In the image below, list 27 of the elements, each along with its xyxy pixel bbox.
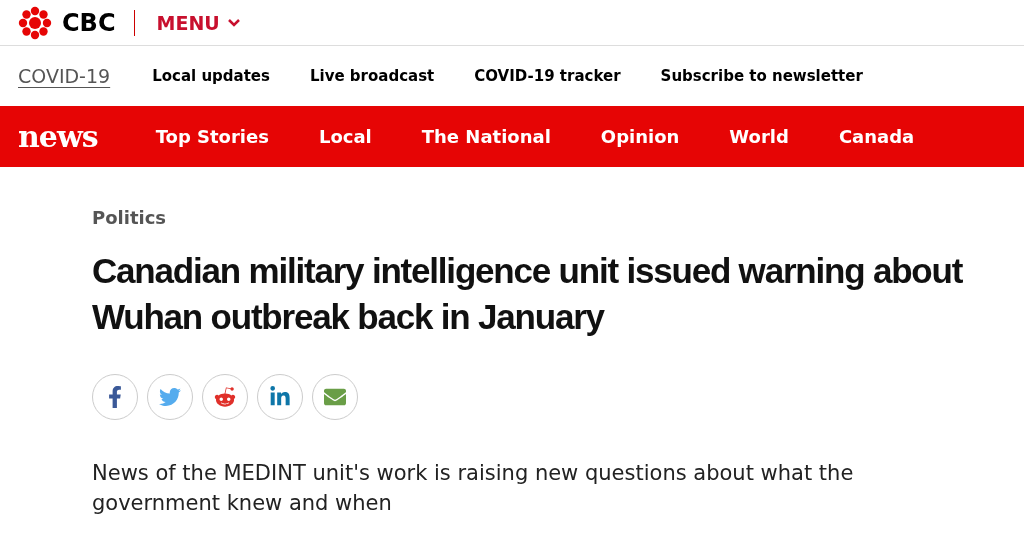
- gem-logo-icon: [18, 5, 52, 40]
- covid-nav-link[interactable]: Live broadcast: [309, 67, 435, 85]
- headline: Canadian military intelligence unit issued warning about Wuhan outbreak back in January: [92, 250, 964, 338]
- covid-link[interactable]: COVID-19: [18, 65, 111, 87]
- linkedin-icon: [269, 386, 291, 408]
- bird-icon: [159, 386, 181, 408]
- envelope-icon: [324, 386, 346, 408]
- news-nav-link[interactable]: The National: [421, 126, 551, 147]
- share-button[interactable]: [202, 374, 248, 420]
- article-summary: News of the MEDINT unit's work is raising new questions about what the government knew and when: [92, 460, 855, 517]
- brand-name[interactable]: CBC: [62, 9, 135, 36]
- share-button[interactable]: [257, 374, 303, 420]
- news-logo[interactable]: news: [18, 119, 98, 154]
- menu-button[interactable]: MENU: [156, 11, 240, 34]
- covid-nav-link[interactable]: Subscribe to newsletter: [660, 67, 863, 85]
- covid-nav-link[interactable]: COVID-19 tracker: [474, 67, 621, 85]
- news-nav-link[interactable]: Canada: [838, 126, 915, 147]
- section-label[interactable]: Politics: [92, 207, 1024, 228]
- chevron-icon: [227, 18, 240, 27]
- share-button[interactable]: [312, 374, 358, 420]
- news-nav-link[interactable]: Local: [318, 126, 372, 147]
- news-nav-link[interactable]: Opinion: [600, 126, 680, 147]
- news-nav-link[interactable]: World: [729, 126, 789, 147]
- covid-nav-link[interactable]: Local updates: [152, 67, 270, 85]
- robot-icon: [214, 386, 236, 408]
- news-nav-link[interactable]: Top Stories: [155, 126, 269, 147]
- share-button[interactable]: [92, 374, 138, 420]
